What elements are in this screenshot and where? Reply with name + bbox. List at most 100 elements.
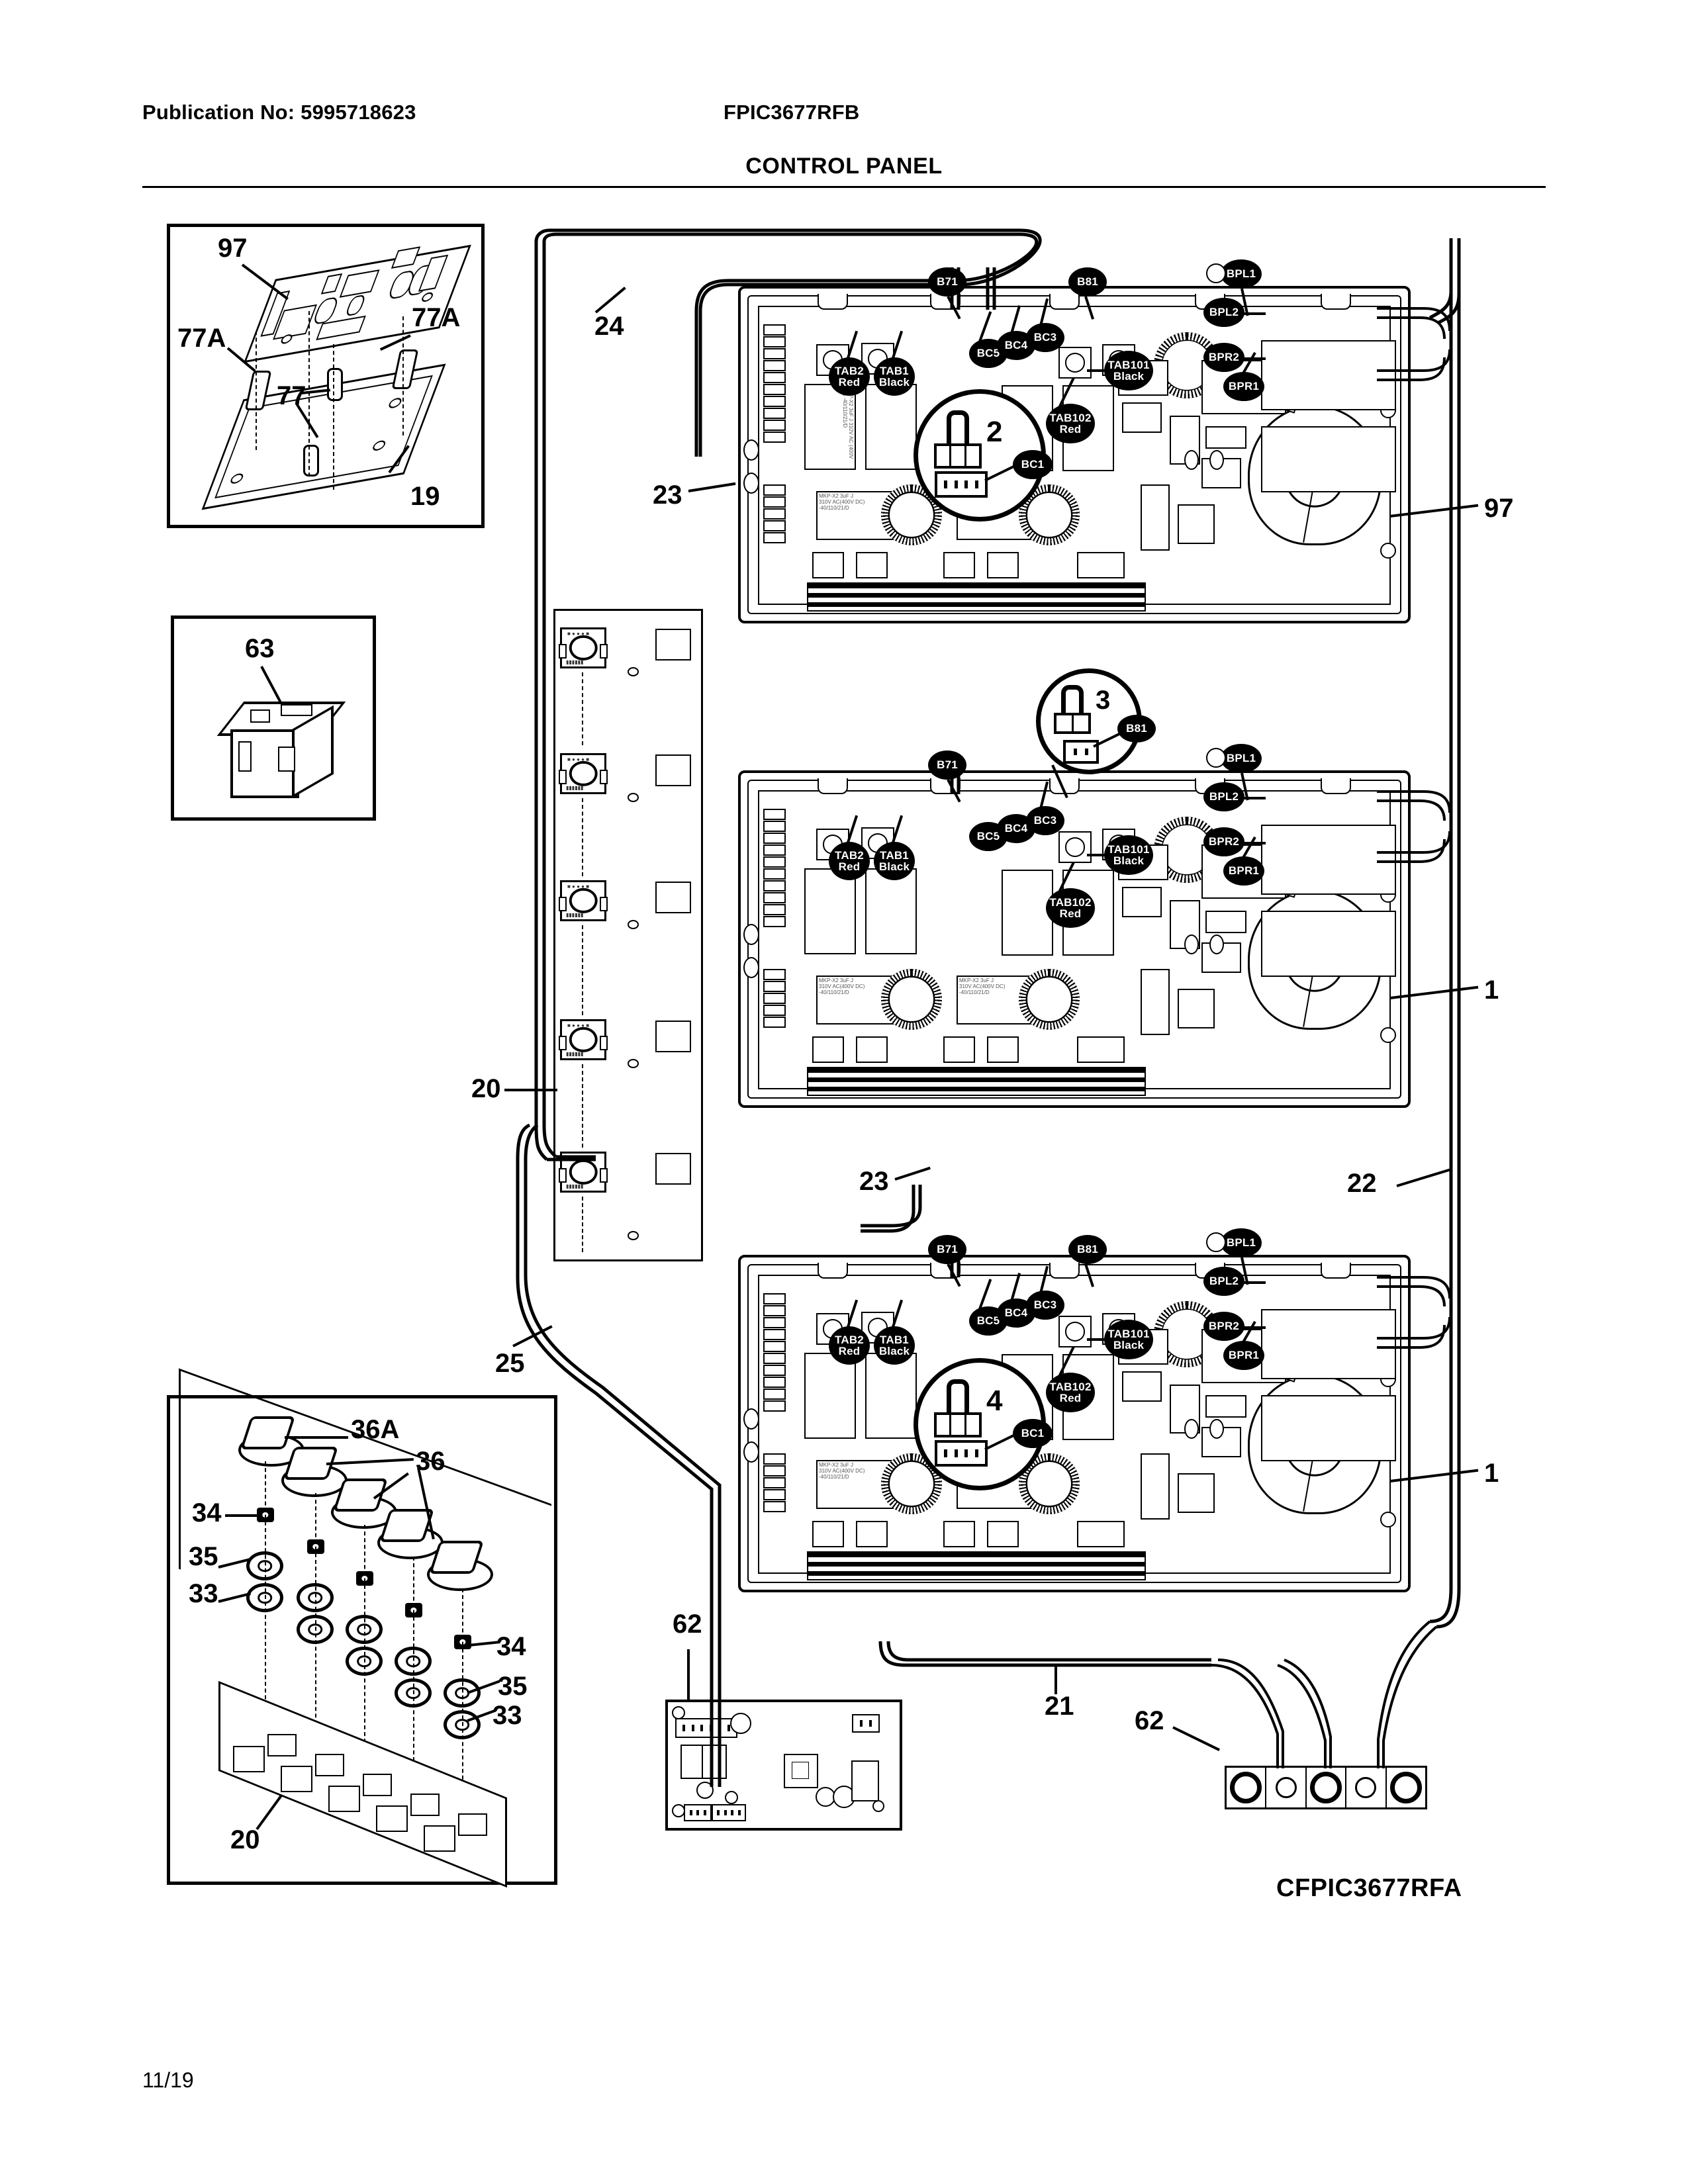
mount-hole: [743, 924, 759, 945]
pcb-block: [1205, 426, 1246, 449]
film-capacitor: [804, 868, 856, 954]
tag-leader: [1242, 797, 1266, 799]
induction-module-bottom: MKP-X2 3uF J 310V AC(400V DC) -40/110/21/D…: [738, 1255, 1411, 1592]
transistor: [1077, 1521, 1125, 1547]
callout-19: 19: [410, 482, 440, 511]
detail-connector: [935, 471, 988, 498]
transistor: [943, 1521, 975, 1547]
mount-eyelet: [1206, 748, 1226, 768]
terminal-housing: [1261, 1309, 1396, 1379]
tag-BPR1: BPR1: [1223, 856, 1264, 886]
transistor: [943, 552, 975, 578]
leader-20-strip: [504, 1089, 557, 1091]
transistor: [1077, 1036, 1125, 1063]
page-number: 11/19: [142, 2068, 194, 2092]
tag-BPL1: BPL1: [1221, 1228, 1262, 1257]
pcb-pad: [1184, 450, 1199, 470]
callout-33-left: 33: [189, 1579, 218, 1608]
callout-23-mid: 23: [859, 1167, 889, 1196]
relay-terminal: [281, 704, 312, 716]
transistor: [812, 1036, 844, 1063]
relay-terminal: [278, 747, 295, 772]
leader-36a: [285, 1436, 348, 1439]
board-connector: [712, 1804, 746, 1821]
tag-TAB1: TAB1 Black: [874, 357, 915, 396]
control-knob-36: [427, 1541, 493, 1591]
tag-TAB1: TAB1 Black: [874, 842, 915, 880]
tag-TAB2: TAB2 Red: [829, 842, 870, 880]
detail-terminal: [934, 410, 982, 469]
terminal-housing: [1261, 911, 1396, 977]
pcb-block: [1141, 484, 1170, 551]
pcb-block: [1122, 402, 1162, 433]
pcb-pad: [1184, 1419, 1199, 1439]
board-connector: [675, 1718, 737, 1738]
tag-BPL2: BPL2: [1203, 298, 1244, 327]
switch-body: [363, 1774, 392, 1796]
callout-25: 25: [495, 1349, 525, 1378]
switch-body: [315, 1754, 344, 1776]
detail-connector: [935, 1440, 988, 1467]
tag-BPR2: BPR2: [1203, 343, 1244, 372]
detail-terminal: [1053, 685, 1092, 738]
tag-BPR1: BPR1: [1223, 1341, 1264, 1370]
screw-terminal: [1058, 831, 1092, 863]
board-component: [792, 1762, 809, 1779]
pcb-pad: [1209, 934, 1224, 954]
mount-hole: [1380, 543, 1396, 559]
detail-terminal: [934, 1379, 982, 1437]
detail-number-4: 4: [986, 1385, 1003, 1417]
leader-62: [1172, 1726, 1220, 1751]
callout-77a-left: 77A: [177, 324, 226, 353]
mount-eyelet: [1206, 263, 1226, 283]
diagram-code: CFPIC3677RFA: [1276, 1874, 1462, 1902]
transistor: [1077, 552, 1125, 578]
transistor: [987, 1521, 1019, 1547]
tag-B81: B81: [1117, 715, 1156, 743]
callout-77a-right: 77A: [412, 303, 461, 332]
alignment-line: [333, 344, 334, 490]
rotary-switch: ■ ● ● ● ■ ▮▮▮▮▮▮: [559, 1152, 608, 1193]
switch-pad: [655, 882, 691, 913]
induction-module-middle: MKP-X2 3uF J 310V AC(400V DC) -40/110/21/D…: [738, 770, 1411, 1108]
alignment-line: [582, 798, 583, 876]
board-component: [702, 1745, 727, 1779]
callout-24: 24: [594, 312, 624, 341]
tag-TAB1: TAB1 Black: [874, 1326, 915, 1365]
push-switch: [376, 1805, 408, 1832]
screw-terminal: [1058, 347, 1092, 379]
mount-hole: [1380, 1027, 1396, 1043]
transistor: [856, 1036, 888, 1063]
tag-B71: B71: [928, 1235, 966, 1264]
callout-63: 63: [245, 634, 275, 663]
tag-TAB102: TAB102 Red: [1046, 888, 1095, 928]
tag-leader: [1242, 357, 1266, 360]
mount-hole: [1380, 1512, 1396, 1527]
pcb-block: [1178, 1473, 1215, 1513]
tag-leader: [1242, 842, 1266, 844]
terminal-housing: [1261, 426, 1396, 492]
capacitor: [730, 1713, 751, 1734]
film-capacitor: [865, 384, 917, 470]
film-capacitor: [804, 1353, 856, 1439]
leader-25: [512, 1325, 553, 1347]
tag-BPR1: BPR1: [1223, 372, 1264, 401]
rotary-switch: ■ ● ● ● ■ ▮▮▮▮▮▮: [559, 1019, 608, 1060]
mount-hole: [743, 957, 759, 978]
board-connector: [852, 1714, 880, 1733]
pcb-block: [1205, 1395, 1246, 1418]
mount-hole: [743, 1441, 759, 1463]
transistor: [856, 552, 888, 578]
relay-terminal: [238, 741, 252, 772]
transistor: [812, 552, 844, 578]
mount-hole: [672, 1804, 685, 1817]
push-switch: [424, 1825, 455, 1852]
alignment-line: [582, 925, 583, 1015]
alignment-line: [582, 1064, 583, 1148]
tag-BPL2: BPL2: [1203, 1267, 1244, 1296]
switch-hole: [628, 667, 639, 676]
pcb-block: [1178, 989, 1215, 1028]
transistor: [856, 1521, 888, 1547]
switch-hole: [628, 793, 639, 802]
pcb-pad: [1184, 934, 1199, 954]
